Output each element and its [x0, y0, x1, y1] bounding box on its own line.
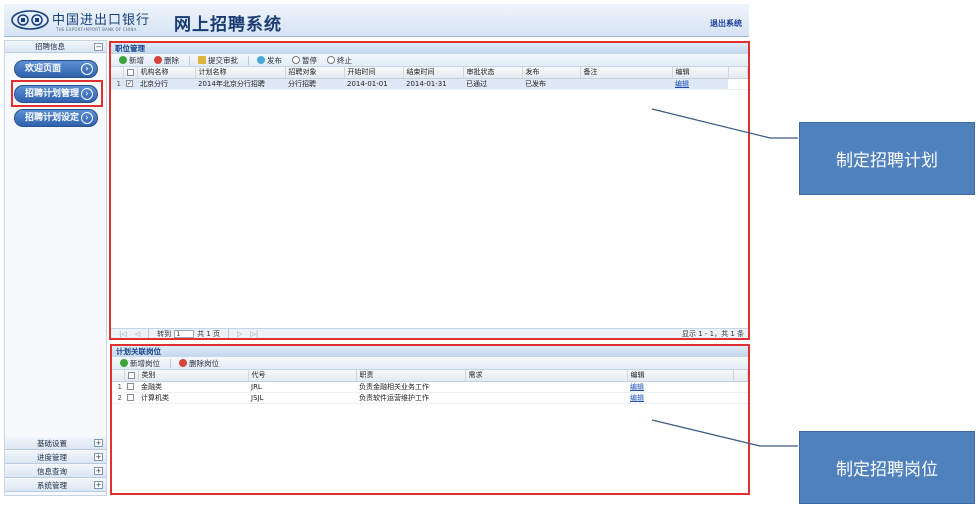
- expand-icon[interactable]: +: [94, 467, 103, 475]
- accordion-progress[interactable]: 进度管理 +: [5, 451, 106, 464]
- expand-icon[interactable]: +: [94, 439, 103, 447]
- logout-link[interactable]: 退出系统: [710, 18, 742, 29]
- accordion-query[interactable]: 信息查询 +: [5, 465, 106, 478]
- callout-plan: 制定招聘计划: [799, 122, 975, 195]
- leader-lines: [651, 108, 798, 447]
- plan-setting-label: 招聘计划设定: [25, 113, 80, 123]
- bank-name-en: THE EXPORT-IMPORT BANK OF CHINA: [56, 27, 137, 32]
- sidebar: 招聘信息 − 欢迎页面 › 招聘计划管理 › 招聘计划设定 › 基础设置 + 进…: [4, 40, 107, 496]
- highlight-box-sidebar: [11, 80, 103, 107]
- accordion-label: 系统管理: [37, 481, 67, 490]
- system-title: 网上招聘系统: [174, 15, 282, 35]
- arrow-right-icon: ›: [81, 112, 93, 124]
- sidebar-section-title: 招聘信息: [35, 42, 65, 51]
- plan-setting-button[interactable]: 招聘计划设定 ›: [14, 109, 98, 127]
- sidebar-section-header[interactable]: 招聘信息 −: [5, 41, 106, 53]
- welcome-page-button[interactable]: 欢迎页面 ›: [14, 60, 98, 78]
- leader-line-post: [651, 419, 798, 447]
- accordion-label: 基础设置: [37, 439, 67, 448]
- bank-name-cn: 中国进出口银行: [52, 13, 151, 28]
- accordion-label: 进度管理: [37, 453, 67, 462]
- app-header: 中国进出口银行 THE EXPORT-IMPORT BANK OF CHINA …: [4, 4, 749, 37]
- leader-line-plan: [651, 108, 798, 139]
- accordion-system[interactable]: 系统管理 +: [5, 479, 106, 492]
- accordion-basic-settings[interactable]: 基础设置 +: [5, 437, 106, 450]
- bank-logo-icon: [11, 10, 49, 30]
- arrow-right-icon: ›: [81, 63, 93, 75]
- accordion-label: 信息查询: [37, 467, 67, 476]
- welcome-page-label: 欢迎页面: [25, 64, 62, 74]
- expand-icon[interactable]: +: [94, 453, 103, 461]
- expand-icon[interactable]: +: [94, 481, 103, 489]
- collapse-icon[interactable]: −: [94, 43, 103, 51]
- callout-post: 制定招聘岗位: [799, 431, 975, 504]
